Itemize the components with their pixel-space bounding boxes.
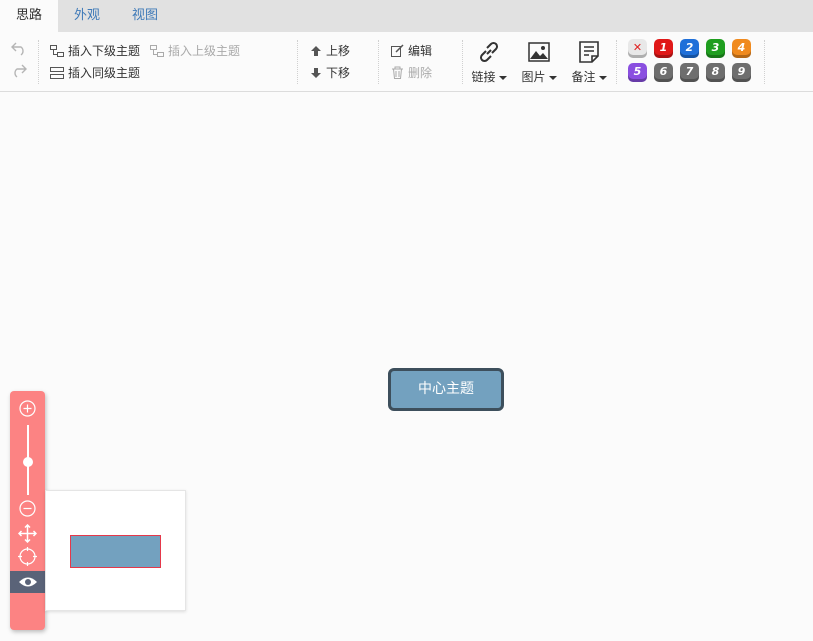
- move-down-label: 下移: [326, 66, 351, 80]
- insert-sibling-icon: [50, 66, 64, 79]
- priority-1-button[interactable]: 1: [654, 39, 673, 58]
- separator: [378, 40, 379, 84]
- priority-9-button[interactable]: 9: [732, 63, 751, 82]
- insert-child-button[interactable]: 插入下级主题: [50, 42, 140, 59]
- edit-icon: [391, 44, 404, 57]
- edit-label: 编辑: [408, 44, 433, 58]
- zoom-in-icon: [19, 400, 36, 417]
- trash-icon: [392, 66, 403, 79]
- chevron-down-icon: [498, 75, 507, 80]
- tab-bar: 思路 外观 视图: [0, 0, 813, 32]
- chevron-down-icon: [598, 75, 607, 80]
- move-up-label: 上移: [326, 44, 351, 58]
- redo-button[interactable]: [10, 62, 32, 78]
- toggle-preview-button[interactable]: [10, 571, 45, 593]
- chevron-down-icon: [548, 75, 557, 80]
- main-topic-node[interactable]: 中心主题: [388, 368, 504, 411]
- tab-appearance[interactable]: 外观: [58, 0, 116, 32]
- arrow-down-icon: [311, 67, 321, 78]
- center-button[interactable]: [17, 546, 38, 567]
- undo-icon: [11, 42, 24, 56]
- priority-2-button[interactable]: 2: [680, 39, 699, 58]
- zoom-slider-knob[interactable]: [23, 457, 33, 467]
- tab-view[interactable]: 视图: [116, 0, 174, 32]
- zoom-out-button[interactable]: [17, 498, 38, 519]
- navigator-bar: [10, 391, 45, 630]
- move-icon: [18, 524, 37, 543]
- image-label: 图片: [521, 70, 546, 84]
- separator: [462, 40, 463, 84]
- insert-parent-button[interactable]: 插入上级主题: [150, 42, 240, 59]
- priority-5-button[interactable]: 5: [628, 63, 647, 82]
- redo-icon: [14, 64, 27, 78]
- undo-button[interactable]: [10, 40, 32, 56]
- priority-clear-button[interactable]: ✕: [628, 39, 647, 58]
- edit-button[interactable]: 编辑: [391, 42, 432, 59]
- insert-child-label: 插入下级主题: [68, 44, 141, 58]
- separator: [764, 40, 765, 84]
- zoom-in-button[interactable]: [17, 398, 38, 419]
- move-up-button[interactable]: 上移: [310, 42, 350, 59]
- link-icon: [479, 41, 499, 63]
- insert-parent-label: 插入上级主题: [168, 44, 241, 58]
- image-icon: [528, 42, 550, 62]
- note-button[interactable]: 备注: [567, 40, 611, 85]
- priority-8-button[interactable]: 8: [706, 63, 725, 82]
- link-label: 链接: [471, 70, 496, 84]
- eye-icon: [18, 577, 37, 587]
- minimap-viewport[interactable]: [70, 535, 161, 568]
- image-button[interactable]: 图片: [517, 40, 561, 85]
- move-down-button[interactable]: 下移: [310, 64, 350, 81]
- separator: [616, 40, 617, 84]
- zoom-out-icon: [19, 500, 36, 517]
- insert-child-icon: [50, 44, 64, 57]
- separator: [297, 40, 298, 84]
- priority-3-button[interactable]: 3: [706, 39, 725, 58]
- priority-4-button[interactable]: 4: [732, 39, 751, 58]
- delete-label: 删除: [408, 66, 433, 80]
- insert-sibling-button[interactable]: 插入同级主题: [50, 64, 140, 81]
- hand-drag-button[interactable]: [17, 523, 38, 544]
- delete-button[interactable]: 删除: [391, 64, 432, 81]
- insert-parent-icon: [150, 44, 164, 57]
- insert-sibling-label: 插入同级主题: [68, 66, 141, 80]
- tab-ideas[interactable]: 思路: [0, 0, 58, 32]
- separator: [38, 40, 39, 84]
- priority-7-button[interactable]: 7: [680, 63, 699, 82]
- minimap-preview[interactable]: [45, 490, 186, 611]
- arrow-up-icon: [311, 45, 321, 56]
- note-label: 备注: [571, 70, 596, 84]
- locate-center-icon: [18, 547, 37, 566]
- toolbar: 插入下级主题 插入上级主题 插入同级主题 上移 下移 编辑 删除 链接 图片 备…: [0, 32, 813, 92]
- link-button[interactable]: 链接: [467, 40, 511, 85]
- priority-6-button[interactable]: 6: [654, 63, 673, 82]
- note-icon: [579, 41, 599, 63]
